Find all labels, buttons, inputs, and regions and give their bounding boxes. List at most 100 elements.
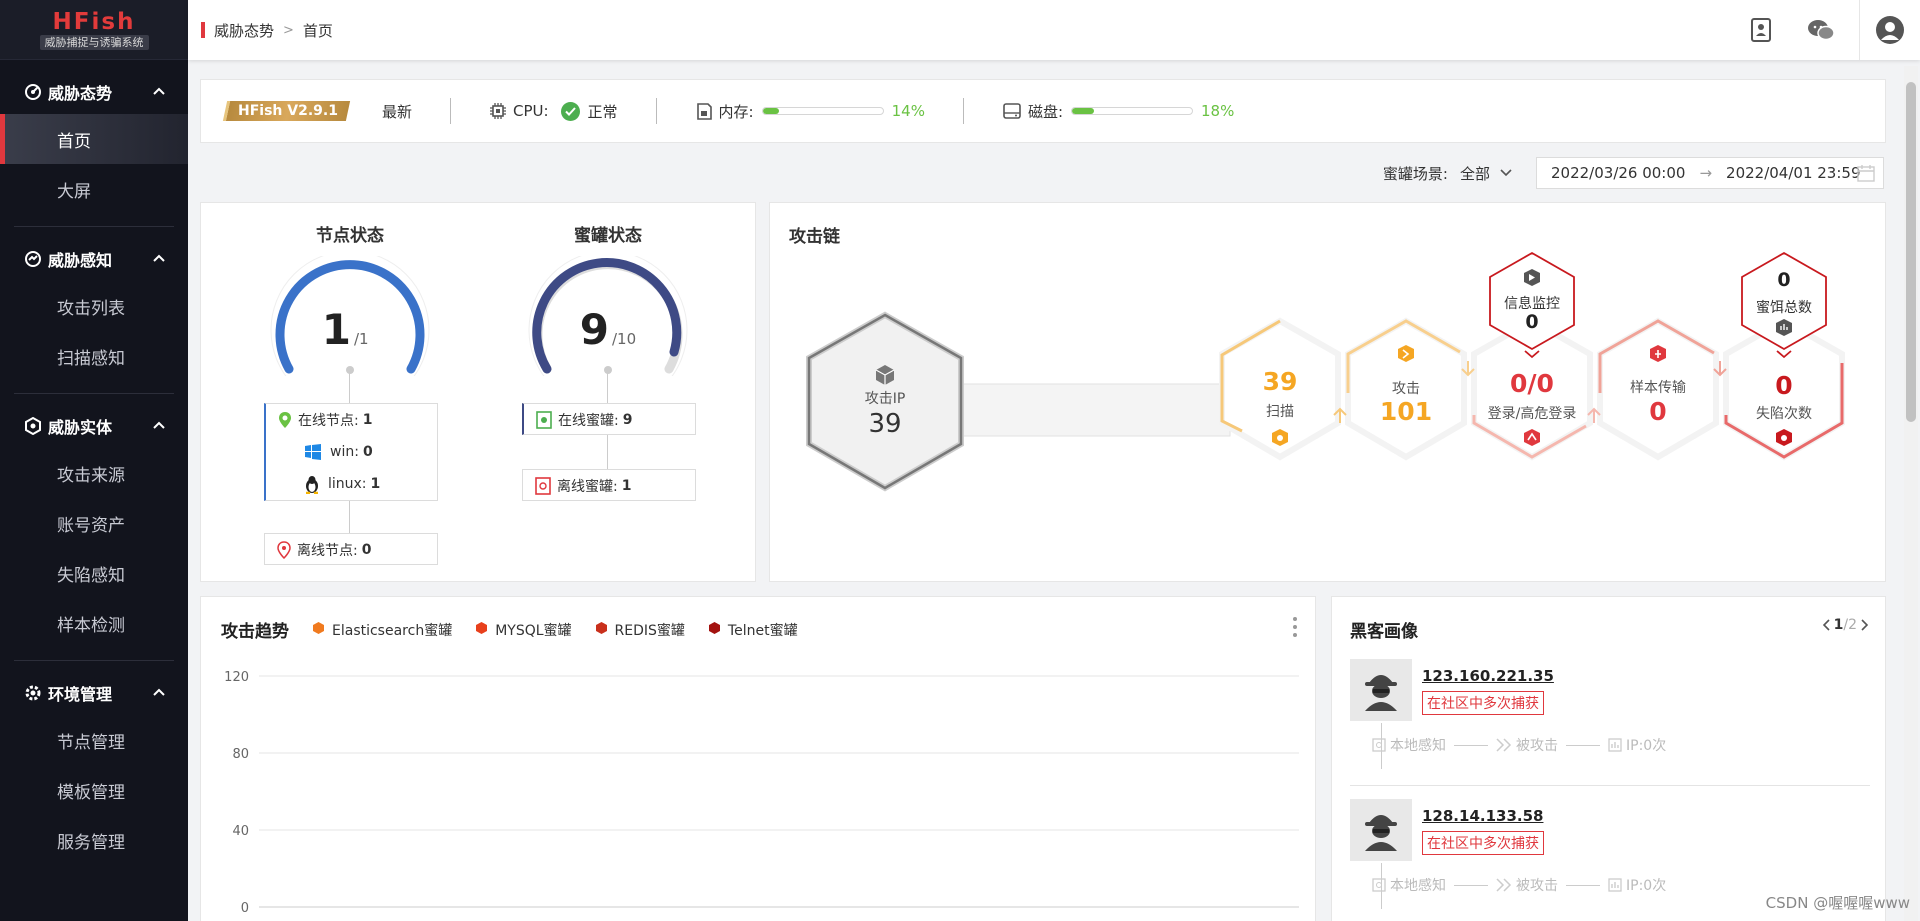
hacker-ip[interactable]: 128.14.133.58 (1422, 807, 1543, 825)
scene-select[interactable]: 全部 (1460, 163, 1512, 184)
sidebar-item-bigscreen[interactable]: 大屏 (0, 164, 188, 214)
manual-icon[interactable] (1731, 0, 1791, 60)
capture-badge: 在社区中多次捕获 (1422, 831, 1544, 855)
local-sense-icon (1372, 878, 1386, 892)
trail-step-1: 本地感知 (1390, 738, 1446, 754)
disk-progress-bar (1071, 107, 1194, 115)
attack-value[interactable]: 101 (1366, 397, 1446, 426)
fall-value[interactable]: 0 (1744, 371, 1824, 400)
honeypot-gauge-value: 9 (580, 305, 609, 354)
honeypot-offline-icon (535, 477, 551, 495)
attacked-icon (1496, 878, 1512, 892)
divider (1454, 744, 1488, 746)
linux-value: 1 (370, 476, 381, 492)
chevron-up-icon[interactable] (150, 683, 168, 701)
breadcrumb-accent (201, 22, 205, 38)
offline-nodes-row: 离线节点: 0 (265, 534, 437, 566)
attack-label: 攻击 (1392, 381, 1420, 397)
linux-label: linux: (328, 476, 367, 492)
sidebar-item-account-assets[interactable]: 账号资产 (0, 498, 188, 548)
system-status-bar: HFish V2.9.1 最新 CPU: 正常 内存: 14% 磁盘: 18% (200, 79, 1886, 143)
divider (1566, 884, 1600, 886)
location-pin-off-icon (277, 541, 291, 559)
sidebar-item-attack-source[interactable]: 攻击来源 (0, 448, 188, 498)
nav-group-header-situation[interactable]: 威胁态势 (0, 70, 188, 114)
sidebar-item-sample-detection[interactable]: 样本检测 (0, 598, 188, 648)
nav-group-label: 威胁态势 (48, 84, 113, 103)
monitor-label: 信息监控 (1504, 296, 1560, 312)
memory-status: 内存: 14% (695, 101, 925, 122)
date-end[interactable]: 2022/04/01 23:59 (1726, 164, 1860, 182)
version-badge: HFish V2.9.1 (222, 101, 351, 121)
attack-ip-label: 攻击IP (864, 391, 906, 407)
chevron-left-icon[interactable] (1822, 619, 1830, 631)
offline-nodes-label: 离线节点: (297, 543, 358, 559)
sidebar-item-service-management[interactable]: 服务管理 (0, 815, 188, 865)
wechat-icon[interactable] (1791, 0, 1851, 60)
nav-group-header-perception[interactable]: 威胁感知 (0, 237, 188, 281)
attack-ip-value[interactable]: 39 (840, 409, 930, 439)
breadcrumb-parent[interactable]: 威胁态势 (214, 20, 274, 41)
honeypot-status: 蜜罐状态 9 /10 (523, 221, 693, 410)
cpu-status: CPU: 正常 (489, 101, 618, 122)
date-range-picker[interactable]: 2022/03/26 00:00 → 2022/04/01 23:59 (1536, 157, 1884, 189)
nav-group-label: 威胁实体 (48, 418, 113, 437)
sidebar-item-fall-perception[interactable]: 失陷感知 (0, 548, 188, 598)
avatar-icon[interactable] (1860, 0, 1920, 60)
ip-count-icon (1608, 878, 1622, 892)
node-offline-box: 离线节点: 0 (264, 533, 438, 565)
scrollbar[interactable] (1904, 66, 1918, 921)
sidebar-item-attack-list[interactable]: 攻击列表 (0, 281, 188, 331)
page-total: /2 (1843, 617, 1857, 633)
attack-trend-panel: 攻击趋势 Elasticsearch蜜罐 MYSQL蜜罐 REDIS蜜罐 Tel… (200, 596, 1316, 921)
offline-honeypots-value: 1 (621, 478, 632, 494)
page-current: 1 (1833, 617, 1844, 633)
attacked-icon (1496, 738, 1512, 752)
date-start[interactable]: 2022/03/26 00:00 (1551, 164, 1685, 182)
login-value[interactable]: 0/0 (1482, 369, 1582, 398)
sample-value[interactable]: 0 (1618, 397, 1698, 426)
breadcrumb-separator: > (283, 22, 294, 38)
disk-progress-fill (1072, 108, 1094, 114)
online-honeypots-value: 9 (622, 412, 633, 428)
bait-value[interactable]: 0 (1744, 269, 1824, 291)
node-gauge: 1 /1 (270, 250, 430, 410)
memory-progress-bar (761, 107, 884, 115)
chevron-right-icon[interactable] (1861, 619, 1869, 631)
y-tick-label: 0 (241, 901, 249, 916)
nav-group-header-entity[interactable]: 威胁实体 (0, 404, 188, 448)
nav-group-header-env[interactable]: 环境管理 (0, 671, 188, 715)
chevron-up-icon[interactable] (150, 82, 168, 100)
chevron-up-icon[interactable] (150, 416, 168, 434)
memory-label: 内存: (718, 102, 754, 121)
y-tick-label: 80 (232, 747, 249, 762)
logo[interactable]: HFish 威胁捕捉与诱骗系统 (0, 0, 188, 60)
scrollbar-thumb[interactable] (1906, 82, 1916, 422)
scene-label: 蜜罐场景: (1382, 164, 1448, 183)
trail-step-3: IP:0次 (1626, 878, 1667, 894)
hacker-profile-title: 黑客画像 (1350, 622, 1418, 642)
memory-icon (695, 101, 713, 121)
scan-value[interactable]: 39 (1240, 367, 1320, 396)
ip-count-icon (1608, 738, 1622, 752)
sidebar-item-scan-perception[interactable]: 扫描感知 (0, 331, 188, 381)
sidebar-item-home[interactable]: 首页 (0, 114, 188, 164)
honeypot-gauge-total: /10 (612, 330, 636, 348)
linux-icon (304, 475, 320, 494)
calendar-icon[interactable] (1857, 164, 1875, 186)
login-label: 登录/高危登录 (1487, 406, 1577, 422)
hacker-ip[interactable]: 123.160.221.35 (1422, 667, 1554, 685)
node-status: 节点状态 1 /1 (265, 221, 435, 410)
cpu-label: CPU: (512, 102, 549, 120)
trail-step-2: 被攻击 (1516, 738, 1558, 754)
hacker-card[interactable]: 123.160.221.35 在社区中多次捕获 本地感知 被攻击 IP:0次 (1350, 659, 1870, 799)
sidebar-item-template-management[interactable]: 模板管理 (0, 765, 188, 815)
monitor-value[interactable]: 0 (1492, 311, 1572, 333)
divider (1454, 884, 1488, 886)
sidebar-item-node-management[interactable]: 节点管理 (0, 715, 188, 765)
hacker-avatar-icon (1350, 799, 1412, 861)
gear-icon (24, 684, 42, 702)
filter-row: 蜜罐场景: 全部 2022/03/26 00:00 → 2022/04/01 2… (1383, 157, 1884, 189)
capture-badge: 在社区中多次捕获 (1422, 691, 1544, 715)
chevron-up-icon[interactable] (150, 249, 168, 267)
